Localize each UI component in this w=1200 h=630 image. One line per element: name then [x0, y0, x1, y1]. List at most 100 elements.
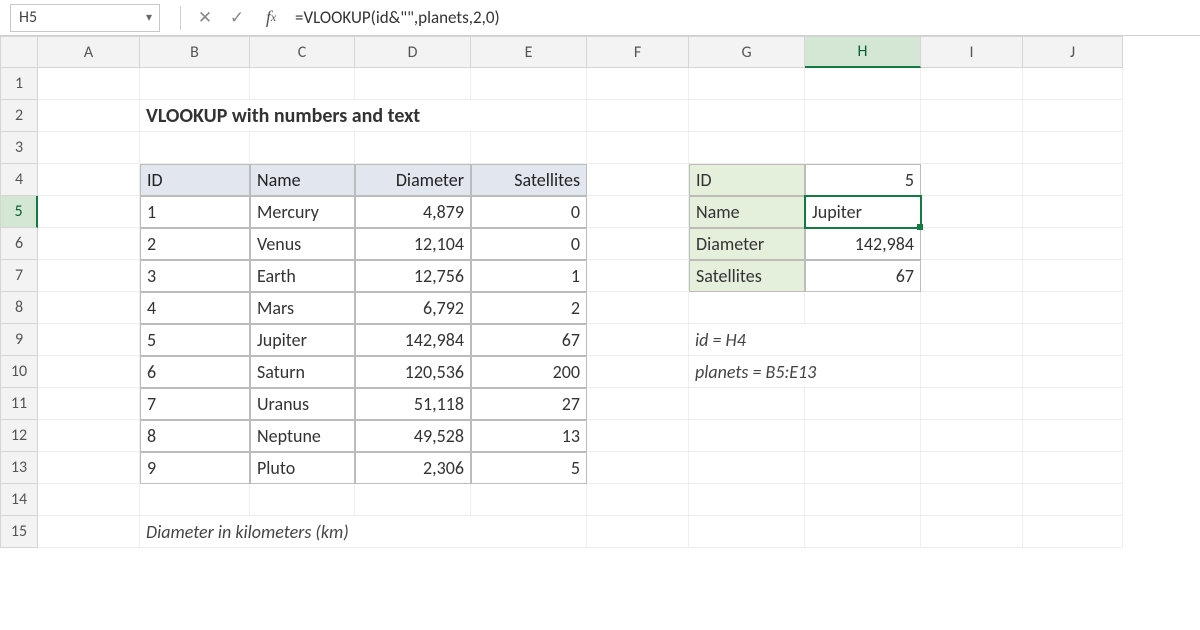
cell[interactable] [689, 292, 805, 324]
cell[interactable] [587, 100, 689, 132]
col-header-I[interactable]: I [921, 36, 1023, 68]
enter-icon[interactable]: ✓ [225, 6, 249, 30]
cell[interactable] [587, 388, 689, 420]
cell[interactable] [587, 292, 689, 324]
cell[interactable] [38, 260, 140, 292]
cell[interactable] [1023, 516, 1123, 548]
table-row[interactable]: Earth [250, 260, 355, 292]
cell[interactable] [471, 132, 587, 164]
cell[interactable] [689, 68, 805, 100]
cell[interactable] [921, 324, 1023, 356]
note-id-def[interactable]: id = H4 [689, 324, 921, 356]
cell[interactable] [689, 100, 805, 132]
cell[interactable] [921, 420, 1023, 452]
cell[interactable] [805, 516, 921, 548]
lookup-value-satellites[interactable]: 67 [805, 260, 921, 292]
cell[interactable] [1023, 324, 1123, 356]
table-row[interactable]: Venus [250, 228, 355, 260]
cell[interactable] [1023, 228, 1123, 260]
cell[interactable] [355, 132, 471, 164]
table-row[interactable]: 3 [140, 260, 250, 292]
cell[interactable] [38, 132, 140, 164]
cell[interactable] [1023, 260, 1123, 292]
chevron-down-icon[interactable]: ▾ [139, 10, 159, 25]
table-row[interactable]: 5 [140, 324, 250, 356]
cell[interactable] [1023, 68, 1123, 100]
cell[interactable] [689, 484, 805, 516]
row-header-4[interactable]: 4 [0, 164, 38, 196]
table-header-diameter[interactable]: Diameter [355, 164, 471, 196]
cell[interactable] [1023, 292, 1123, 324]
table-row[interactable]: 2 [471, 292, 587, 324]
cell[interactable] [921, 260, 1023, 292]
table-row[interactable]: 8 [140, 420, 250, 452]
cell[interactable] [921, 484, 1023, 516]
cell[interactable] [38, 68, 140, 100]
table-row[interactable]: 0 [471, 196, 587, 228]
cell[interactable] [38, 164, 140, 196]
cell[interactable] [1023, 452, 1123, 484]
cell[interactable] [1023, 388, 1123, 420]
fx-icon[interactable]: fx [259, 6, 283, 30]
cell[interactable] [1023, 164, 1123, 196]
cell[interactable] [1023, 356, 1123, 388]
cell[interactable] [587, 260, 689, 292]
cell[interactable] [805, 420, 921, 452]
table-row[interactable]: 200 [471, 356, 587, 388]
cell[interactable] [1023, 196, 1123, 228]
cell[interactable] [805, 388, 921, 420]
cell[interactable] [921, 356, 1023, 388]
cell[interactable] [921, 132, 1023, 164]
cell[interactable] [471, 68, 587, 100]
table-row[interactable]: Mars [250, 292, 355, 324]
table-row[interactable]: Pluto [250, 452, 355, 484]
cell[interactable] [1023, 484, 1123, 516]
cell[interactable] [38, 452, 140, 484]
cell[interactable] [250, 132, 355, 164]
cell[interactable] [38, 292, 140, 324]
col-header-J[interactable]: J [1023, 36, 1123, 68]
table-row[interactable]: Saturn [250, 356, 355, 388]
table-row[interactable]: 1 [140, 196, 250, 228]
cell[interactable] [689, 452, 805, 484]
col-header-E[interactable]: E [471, 36, 587, 68]
cell[interactable] [921, 292, 1023, 324]
cell[interactable] [587, 484, 689, 516]
table-row[interactable]: Neptune [250, 420, 355, 452]
col-header-A[interactable]: A [38, 36, 140, 68]
note-planets-def[interactable]: planets = B5:E13 [689, 356, 921, 388]
table-row[interactable]: 2 [140, 228, 250, 260]
row-header-3[interactable]: 3 [0, 132, 38, 164]
col-header-H[interactable]: H [805, 36, 921, 68]
cell[interactable] [921, 196, 1023, 228]
table-row[interactable]: Mercury [250, 196, 355, 228]
cell[interactable] [587, 452, 689, 484]
cell[interactable] [805, 68, 921, 100]
cell[interactable] [689, 388, 805, 420]
table-row[interactable]: 13 [471, 420, 587, 452]
row-header-7[interactable]: 7 [0, 260, 38, 292]
table-row[interactable]: Jupiter [250, 324, 355, 356]
lookup-value-id[interactable]: 5 [805, 164, 921, 196]
row-header-12[interactable]: 12 [0, 420, 38, 452]
table-row[interactable]: 142,984 [355, 324, 471, 356]
cell[interactable] [921, 100, 1023, 132]
cell[interactable] [921, 68, 1023, 100]
cell[interactable] [921, 388, 1023, 420]
cell[interactable] [921, 516, 1023, 548]
table-row[interactable]: 120,536 [355, 356, 471, 388]
table-row[interactable]: 4,879 [355, 196, 471, 228]
table-row[interactable]: 12,756 [355, 260, 471, 292]
worksheet-grid[interactable]: A B C D E F G H I J 1 2 VLOOKUP with num… [0, 36, 1200, 548]
col-header-C[interactable]: C [250, 36, 355, 68]
cell[interactable] [689, 132, 805, 164]
cell[interactable] [38, 516, 140, 548]
cell[interactable] [355, 68, 471, 100]
cell[interactable] [805, 452, 921, 484]
cell[interactable] [250, 68, 355, 100]
footnote[interactable]: Diameter in kilometers (km) [140, 516, 587, 548]
lookup-value-diameter[interactable]: 142,984 [805, 228, 921, 260]
cell[interactable] [1023, 132, 1123, 164]
row-header-15[interactable]: 15 [0, 516, 38, 548]
cell[interactable] [140, 484, 250, 516]
